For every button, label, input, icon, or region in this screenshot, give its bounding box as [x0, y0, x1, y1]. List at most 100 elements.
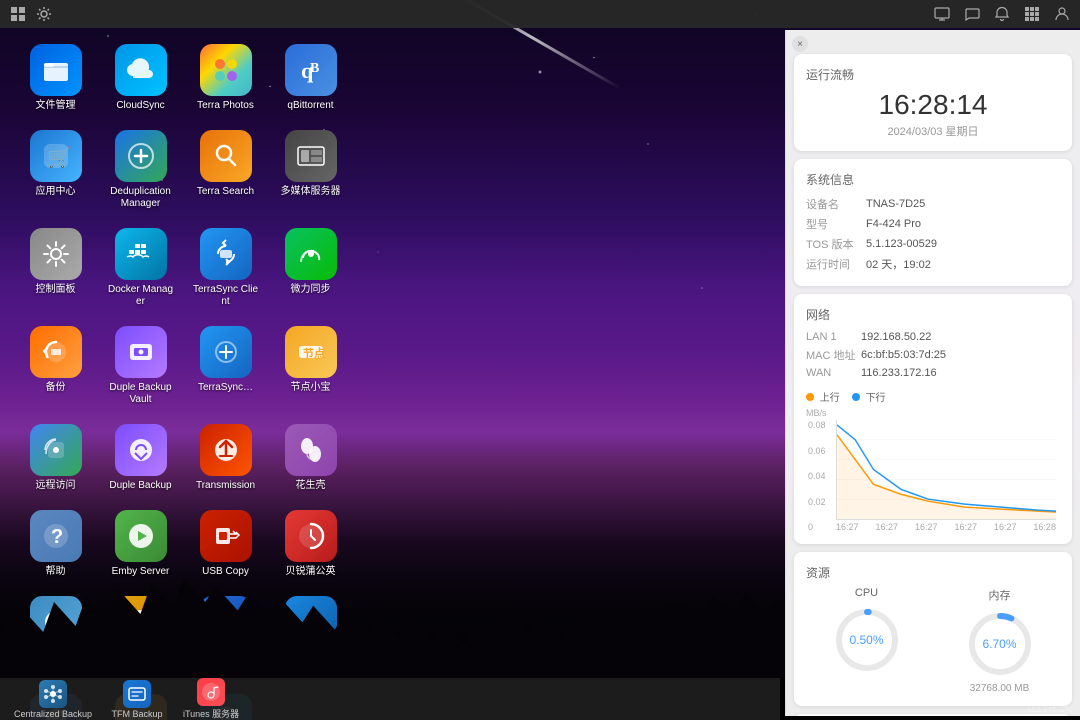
- running-flows-card: 运行流畅 16:28:14 2024/03/03 星期日: [794, 54, 1072, 151]
- app-peanut[interactable]: 花生壳: [273, 420, 348, 496]
- settings-icon[interactable]: [34, 4, 54, 24]
- app-media[interactable]: 多媒体服务器: [273, 126, 348, 214]
- app-cloudsync[interactable]: CloudSync: [103, 40, 178, 116]
- remote-label: 远程访问: [36, 480, 76, 492]
- svg-text:节点: 节点: [303, 346, 325, 360]
- network-chart: [836, 420, 1056, 520]
- down-label: 下行: [866, 393, 886, 404]
- app-controlpanel[interactable]: 控制面板: [18, 224, 93, 312]
- down-dot: [852, 393, 860, 401]
- app-qbittorrent[interactable]: q B qBittorrent: [273, 40, 348, 116]
- app-help[interactable]: ? 帮助: [18, 506, 93, 582]
- emby-icon: [115, 510, 167, 562]
- memory-resource: 内存 6.70% 32768.00 MB: [965, 587, 1035, 694]
- transmission-label: Transmission: [196, 480, 255, 492]
- bottom-app-centralized[interactable]: Centralized Backup: [8, 678, 98, 720]
- info-row-uptime: 运行时间 02 天，19:02: [806, 254, 1060, 274]
- net-row-wan: WAN 116.233.172.16: [806, 365, 1060, 381]
- itunes-icon: [197, 678, 225, 706]
- lan-value: 192.168.50.22: [861, 329, 1060, 345]
- filemanager-label: 文件管理: [36, 100, 76, 112]
- app-docker[interactable]: Docker Manager: [103, 224, 178, 312]
- terrasync-icon: [200, 228, 252, 280]
- system-time: 16:28:14: [806, 89, 1060, 121]
- docker-icon: [115, 228, 167, 280]
- tfm-icon: [123, 680, 151, 708]
- info-row-model: 型号 F4-424 Pro: [806, 214, 1060, 234]
- uptime-label: 运行时间: [806, 254, 866, 274]
- chat-icon[interactable]: [962, 4, 982, 24]
- help-label: 帮助: [46, 566, 66, 578]
- backup-label: 备份: [46, 382, 66, 394]
- bottom-app-tfm[interactable]: TFM Backup: [102, 678, 172, 720]
- app-terrasync2[interactable]: TerraSync…: [188, 322, 263, 410]
- app-remote[interactable]: 远程访问: [18, 420, 93, 496]
- resources-card: 资源 CPU 0.50% 内存: [794, 552, 1072, 706]
- cpu-resource: CPU 0.50%: [832, 587, 902, 694]
- bell-icon[interactable]: [992, 4, 1012, 24]
- app-usbcopy[interactable]: USB Copy: [188, 506, 263, 582]
- grid-icon[interactable]: [8, 4, 28, 24]
- right-panel: × 运行流畅 16:28:14 2024/03/03 星期日 系统信息 设备名 …: [785, 30, 1080, 716]
- duplevault-icon: [115, 326, 167, 378]
- watermark: 值得买: [1026, 692, 1074, 716]
- app-terrasearch[interactable]: Terra Search: [188, 126, 263, 214]
- memory-donut: 6.70%: [965, 609, 1035, 679]
- app-pdfox[interactable]: 贝锐蒲公英: [273, 506, 348, 582]
- pdfox-label: 贝锐蒲公英: [286, 566, 336, 578]
- controlpanel-label: 控制面板: [36, 284, 76, 296]
- taskbar-top: [0, 0, 1080, 28]
- panel-close-button[interactable]: ×: [792, 36, 808, 52]
- up-legend: 上行: [806, 389, 840, 404]
- bottom-app-itunes[interactable]: iTunes 服务器: [176, 676, 246, 720]
- app-duplebackup[interactable]: Duple Backup: [103, 420, 178, 496]
- weisync-label: 微力同步: [291, 284, 331, 296]
- wan-label: WAN: [806, 365, 861, 381]
- svg-text:🛒: 🛒: [47, 145, 72, 169]
- svg-text:B: B: [310, 61, 319, 76]
- weisync-icon: [285, 228, 337, 280]
- duplebackup-label: Duple Backup: [109, 480, 171, 492]
- app-dedup[interactable]: Deduplication Manager: [103, 126, 178, 214]
- app-terrasync[interactable]: TerraSync Client: [188, 224, 263, 312]
- app-transmission[interactable]: Transmission: [188, 420, 263, 496]
- terrasync-label: TerraSync Client: [192, 284, 259, 308]
- mac-label: MAC 地址: [806, 345, 861, 365]
- system-date: 2024/03/03 星期日: [806, 123, 1060, 139]
- app-weisync[interactable]: 微力同步: [273, 224, 348, 312]
- qbittorrent-label: qBittorrent: [287, 100, 333, 112]
- system-info-title: 系统信息: [806, 171, 1060, 188]
- user-icon[interactable]: [1052, 4, 1072, 24]
- tos-value: 5.1.123-00529: [866, 234, 1060, 254]
- cpu-donut: 0.50%: [832, 605, 902, 675]
- terraphotos-icon: [200, 44, 252, 96]
- app-duplevault[interactable]: Duple Backup Vault: [103, 322, 178, 410]
- apps-grid-icon[interactable]: [1022, 4, 1042, 24]
- cloudsync-icon: [115, 44, 167, 96]
- wan-value: 116.233.172.16: [861, 365, 1060, 381]
- app-filemanager[interactable]: 文件管理: [18, 40, 93, 116]
- net-row-lan: LAN 1 192.168.50.22: [806, 329, 1060, 345]
- transmission-icon: [200, 424, 252, 476]
- memory-label: 内存: [989, 587, 1011, 603]
- controlpanel-icon: [30, 228, 82, 280]
- chart-wrapper: 0.08 0.06 0.04 0.02 0: [836, 420, 1056, 532]
- app-emby[interactable]: Emby Server: [103, 506, 178, 582]
- pdfox-icon: [285, 510, 337, 562]
- down-legend: 下行: [852, 389, 886, 404]
- app-terraphotos[interactable]: Terra Photos: [188, 40, 263, 116]
- app-node[interactable]: 节点 节点小宝: [273, 322, 348, 410]
- tos-label: TOS 版本: [806, 234, 866, 254]
- info-row-device: 设备名 TNAS-7D25: [806, 194, 1060, 214]
- net-row-mac: MAC 地址 6c:bf:b5:03:7d:25: [806, 345, 1060, 365]
- centralized-label: Centralized Backup: [14, 709, 92, 719]
- info-row-tos: TOS 版本 5.1.123-00529: [806, 234, 1060, 254]
- terraphotos-label: Terra Photos: [197, 100, 254, 112]
- qbittorrent-icon: q B: [285, 44, 337, 96]
- help-icon: ?: [30, 510, 82, 562]
- chart-svg: [837, 420, 1056, 519]
- app-appstore[interactable]: 🛒 应用中心: [18, 126, 93, 214]
- monitor-icon[interactable]: [932, 4, 952, 24]
- app-backup[interactable]: 备份: [18, 322, 93, 410]
- appstore-label: 应用中心: [36, 186, 76, 198]
